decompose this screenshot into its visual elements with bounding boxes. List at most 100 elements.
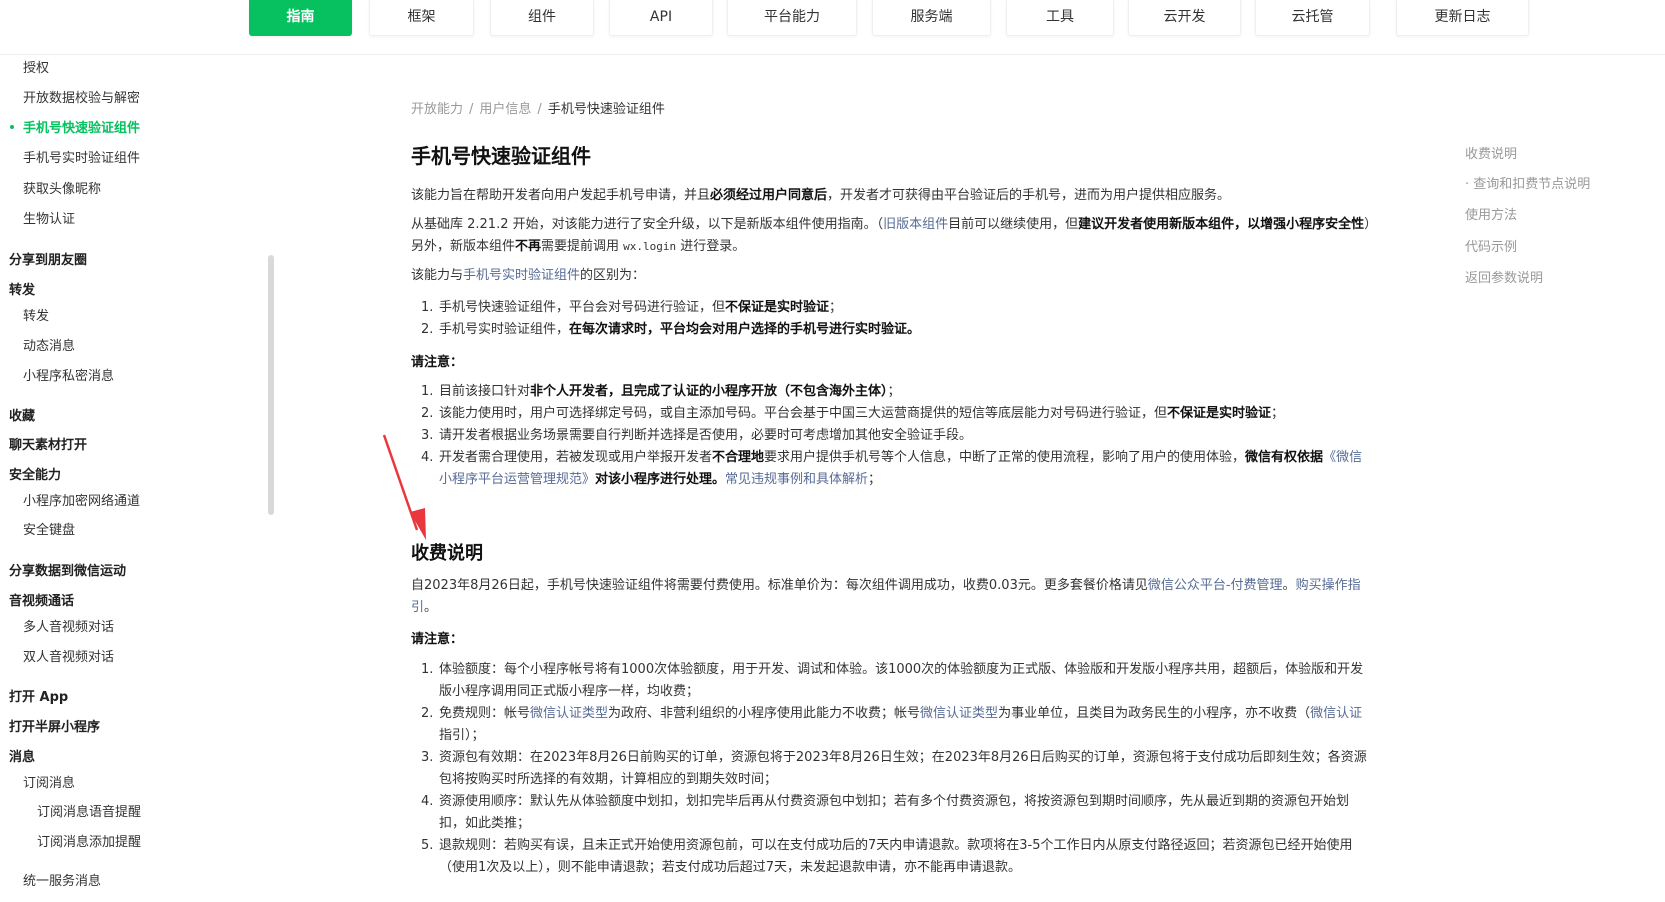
fee-text: 。 xyxy=(1282,578,1296,593)
sidebar-item-duo-av[interactable]: 双人音视频对话 xyxy=(23,646,114,665)
sidebar-item-werun[interactable]: 分享数据到微信运动 xyxy=(9,560,126,579)
sidebar-item-unified-service[interactable]: 统一服务消息 xyxy=(23,870,101,889)
list-number: 2. xyxy=(421,322,434,337)
intro-text: ，开发者才可获得由平台验证后的手机号，进而为用户提供相应服务。 xyxy=(827,188,1231,203)
upgrade-text: 从基础库 2.21.2 开始，对该能力进行了安全升级，以下是新版本组件使用指南。… xyxy=(411,217,884,232)
toc-item-query-deduct[interactable]: · 查询和扣费节点说明 xyxy=(1465,173,1590,192)
list-item: 3. 资源包有效期：在2023年8月26日前购买的订单，资源包将于2023年8月2… xyxy=(421,747,1371,791)
sidebar-item-av-call[interactable]: 音视频通话 xyxy=(9,590,74,609)
fee-paragraph: 自2023年8月26日起，手机号快速验证组件将需要付费使用。标准单价为：每次组件… xyxy=(411,575,1371,619)
sidebar-item-chat-material[interactable]: 聊天素材打开 xyxy=(9,434,87,453)
upgrade-text: 进行登录。 xyxy=(676,239,746,254)
toc-item-usage[interactable]: 使用方法 xyxy=(1465,204,1517,223)
fee-notice-list: 1. 体验额度：每个小程序帐号将有1000次体验额度，用于开发、调试和体验。该10… xyxy=(421,659,1371,879)
intro-text: 该能力旨在帮助开发者向用户发起手机号申请，并且 xyxy=(411,188,711,203)
sidebar-item-security[interactable]: 安全能力 xyxy=(9,464,61,483)
diff-paragraph: 该能力与手机号实时验证组件的区别为： xyxy=(411,265,1371,287)
upgrade-text: 目前可以继续使用，但 xyxy=(948,217,1079,232)
toc-item-return-params[interactable]: 返回参数说明 xyxy=(1465,267,1543,286)
sidebar-item-avatar-nickname[interactable]: 获取头像昵称 xyxy=(23,178,101,197)
toc-item-code-example[interactable]: 代码示例 xyxy=(1465,236,1517,255)
breadcrumb-separator: / xyxy=(537,102,542,117)
sidebar-item-subscribe-reminder[interactable]: 订阅消息添加提醒 xyxy=(37,831,141,850)
tab-cloud-dev[interactable]: 云开发 xyxy=(1128,0,1241,36)
sidebar-item-half-screen[interactable]: 打开半屏小程序 xyxy=(9,716,100,735)
list-text: ； xyxy=(887,384,901,399)
realtime-verify-link[interactable]: 手机号实时验证组件 xyxy=(463,268,580,283)
sidebar-item-encrypted-channel[interactable]: 小程序加密网络通道 xyxy=(23,490,140,509)
list-item: 3. 请开发者根据业务场景需要自行判断并选择是否使用，必要时可考虑增加其他安全验证… xyxy=(421,425,1371,447)
diff-text: 该能力与 xyxy=(411,268,464,283)
sidebar-item-secure-keyboard[interactable]: 安全键盘 xyxy=(23,519,75,538)
cert-guide-link[interactable]: 微信认证 xyxy=(1310,706,1362,721)
breadcrumb-item[interactable]: 开放能力 xyxy=(411,102,463,117)
breadcrumb-separator: / xyxy=(469,102,474,117)
sidebar-item-subscribe-voice[interactable]: 订阅消息语音提醒 xyxy=(37,801,141,820)
list-text: 目前该接口针对 xyxy=(439,384,531,399)
tab-api[interactable]: API xyxy=(609,0,713,36)
list-text: 手机号实时验证组件， xyxy=(439,322,570,337)
arrow-head xyxy=(410,508,426,540)
breadcrumb-item[interactable]: 用户信息 xyxy=(479,102,531,117)
sidebar-item-open-data-decrypt[interactable]: 开放数据校验与解密 xyxy=(23,87,140,106)
toc-item-fee[interactable]: 收费说明 xyxy=(1465,143,1517,162)
sidebar-item-subscribe-message[interactable]: 订阅消息 xyxy=(23,772,75,791)
list-number: 1. xyxy=(421,300,434,315)
cert-type-link[interactable]: 微信认证类型 xyxy=(530,706,608,721)
upgrade-bold: 不再 xyxy=(515,239,542,254)
list-bold: 微信有权依据 xyxy=(1245,450,1324,465)
list-number: 4. xyxy=(421,450,434,465)
page-title: 手机号快速验证组件 xyxy=(411,144,591,168)
list-text: 资源使用顺序：默认先从体验额度中划扣，划扣完毕后再从付费资源包中划扣；若有多个付… xyxy=(439,794,1350,831)
cert-type-link[interactable]: 微信认证类型 xyxy=(920,706,998,721)
tab-cloud-hosting[interactable]: 云托管 xyxy=(1255,0,1370,36)
list-text: ； xyxy=(1271,406,1285,421)
list-item: 2. 该能力使用时，用户可选择绑定号码，或自主添加号码。平台会基于中国三大运营商提… xyxy=(421,403,1371,425)
breadcrumb: 开放能力 / 用户信息 / 手机号快速验证组件 xyxy=(411,98,665,117)
fee-text: 自2023年8月26日起，手机号快速验证组件将需要付费使用。标准单价为：每次组件… xyxy=(411,578,1148,593)
sidebar-item-forward[interactable]: 转发 xyxy=(23,305,49,324)
list-number: 5. xyxy=(421,838,434,853)
tab-guide[interactable]: 指南 xyxy=(249,0,352,36)
fee-heading: 收费说明 xyxy=(411,543,483,564)
sidebar-item-dynamic-message[interactable]: 动态消息 xyxy=(23,335,75,354)
arrow-shaft xyxy=(382,434,419,531)
list-text: 开发者需合理使用，若被发现或用户举报开发者 xyxy=(439,450,713,465)
list-text: 手机号快速验证组件，平台会对号码进行验证，但 xyxy=(439,300,726,315)
list-text: 免费规则：帐号 xyxy=(439,706,531,721)
tab-tools[interactable]: 工具 xyxy=(1006,0,1114,36)
sidebar-item-multi-av[interactable]: 多人音视频对话 xyxy=(23,616,114,635)
sidebar-item-forward-group[interactable]: 转发 xyxy=(9,279,35,298)
top-nav: 指南 框架 组件 API 平台能力 服务端 工具 云开发 云托管 更新日志 xyxy=(0,0,1665,55)
list-text: 体验额度：每个小程序帐号将有1000次体验额度，用于开发、调试和体验。该1000… xyxy=(439,662,1364,699)
sidebar-item-phone-realtime-verify[interactable]: 手机号实时验证组件 xyxy=(23,147,140,166)
sidebar-item-open-app[interactable]: 打开 App xyxy=(9,686,68,705)
sidebar-item-biometric[interactable]: 生物认证 xyxy=(23,208,75,227)
sidebar-item-favorites[interactable]: 收藏 xyxy=(9,405,35,424)
violation-cases-link[interactable]: 常见违规事例和具体解析 xyxy=(725,472,868,487)
tab-server[interactable]: 服务端 xyxy=(872,0,991,36)
list-text: 要求用户提供手机号等个人信息，中断了正常的使用流程，影响了用户的使用体验， xyxy=(764,450,1246,465)
tab-changelog[interactable]: 更新日志 xyxy=(1396,0,1529,36)
payment-management-link[interactable]: 微信公众平台-付费管理 xyxy=(1148,578,1283,593)
sidebar-item-messages[interactable]: 消息 xyxy=(9,746,35,765)
sidebar-item-authorize[interactable]: 授权 xyxy=(23,57,49,76)
sidebar-item-private-message[interactable]: 小程序私密消息 xyxy=(23,365,114,384)
notice-list: 1. 目前该接口针对非个人开发者，且完成了认证的小程序开放（不包含海外主体）； 2… xyxy=(421,381,1371,491)
list-number: 2. xyxy=(421,706,434,721)
old-version-link[interactable]: 旧版本组件 xyxy=(883,217,948,232)
tab-framework[interactable]: 框架 xyxy=(369,0,474,36)
list-text: 为事业单位，且类目为政务民生的小程序，亦不收费（ xyxy=(998,706,1311,721)
sidebar-item-phone-quick-verify[interactable]: 手机号快速验证组件 xyxy=(23,117,140,136)
sidebar-item-share-moments[interactable]: 分享到朋友圈 xyxy=(9,249,87,268)
list-number: 1. xyxy=(421,384,434,399)
sidebar-scrollbar[interactable] xyxy=(268,255,274,515)
active-dot-icon xyxy=(10,125,14,129)
upgrade-bold: 建议开发者使用新版本组件，以增强小程序安全性 xyxy=(1078,217,1365,232)
tab-components[interactable]: 组件 xyxy=(490,0,594,36)
list-bold: 对该小程序进行处理。 xyxy=(595,472,726,487)
intro-paragraph: 该能力旨在帮助开发者向用户发起手机号申请，并且必须经过用户同意后，开发者才可获得… xyxy=(411,185,1371,207)
list-number: 3. xyxy=(421,750,434,765)
upgrade-paragraph: 从基础库 2.21.2 开始，对该能力进行了安全升级，以下是新版本组件使用指南。… xyxy=(411,214,1371,258)
tab-platform-capabilities[interactable]: 平台能力 xyxy=(727,0,857,36)
